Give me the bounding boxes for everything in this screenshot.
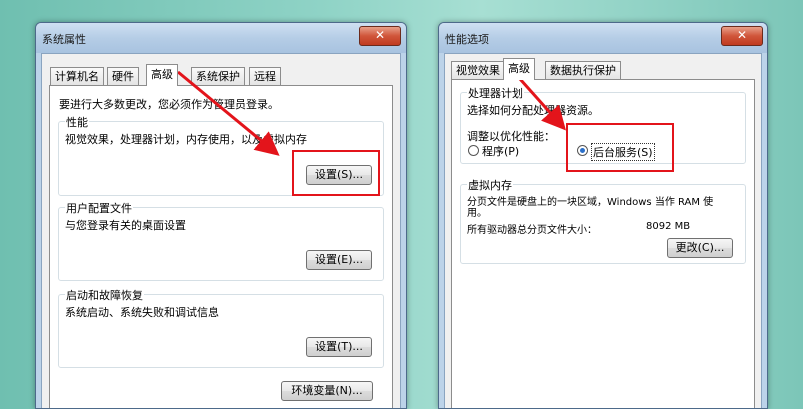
arrow-to-performance-settings: [177, 70, 280, 156]
annotation-arrows: [177, 69, 566, 156]
tab-advanced[interactable]: 高级: [146, 64, 178, 86]
tab-advanced[interactable]: 高级: [503, 58, 535, 80]
